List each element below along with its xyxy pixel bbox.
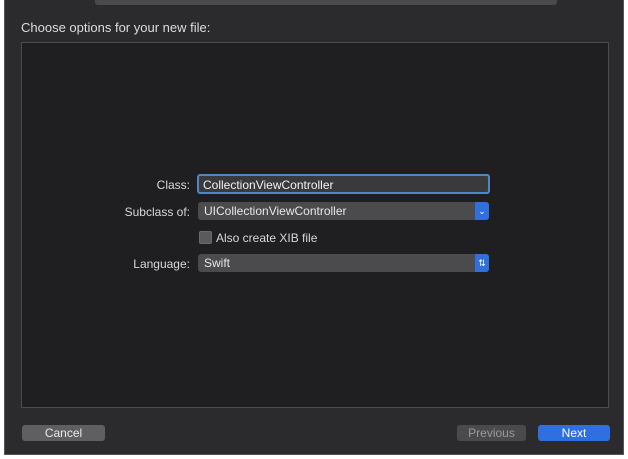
cancel-button[interactable]: Cancel — [22, 425, 105, 441]
language-value: Swift — [204, 256, 231, 270]
new-file-options-sheet: Choose options for your new file: Class:… — [4, 0, 624, 455]
up-down-arrows-icon[interactable]: ⇅ — [475, 254, 489, 272]
sheet-top-edge — [95, 0, 557, 5]
options-panel — [21, 42, 609, 408]
subclass-popup[interactable]: UICollectionViewController ⌄ — [198, 202, 489, 220]
subclass-value: UICollectionViewController — [204, 204, 347, 218]
next-button[interactable]: Next — [538, 425, 610, 441]
language-label: Language: — [133, 257, 190, 271]
class-label: Class: — [156, 178, 190, 192]
language-popup[interactable]: Swift ⇅ — [198, 254, 489, 272]
class-name-field[interactable] — [197, 174, 490, 194]
previous-button[interactable]: Previous — [457, 425, 526, 441]
subclass-label: Subclass of: — [124, 205, 190, 219]
create-xib-checkbox[interactable] — [199, 231, 212, 244]
chevron-down-icon[interactable]: ⌄ — [475, 202, 489, 220]
create-xib-label[interactable]: Also create XIB file — [216, 231, 317, 245]
page-title: Choose options for your new file: — [21, 20, 211, 35]
